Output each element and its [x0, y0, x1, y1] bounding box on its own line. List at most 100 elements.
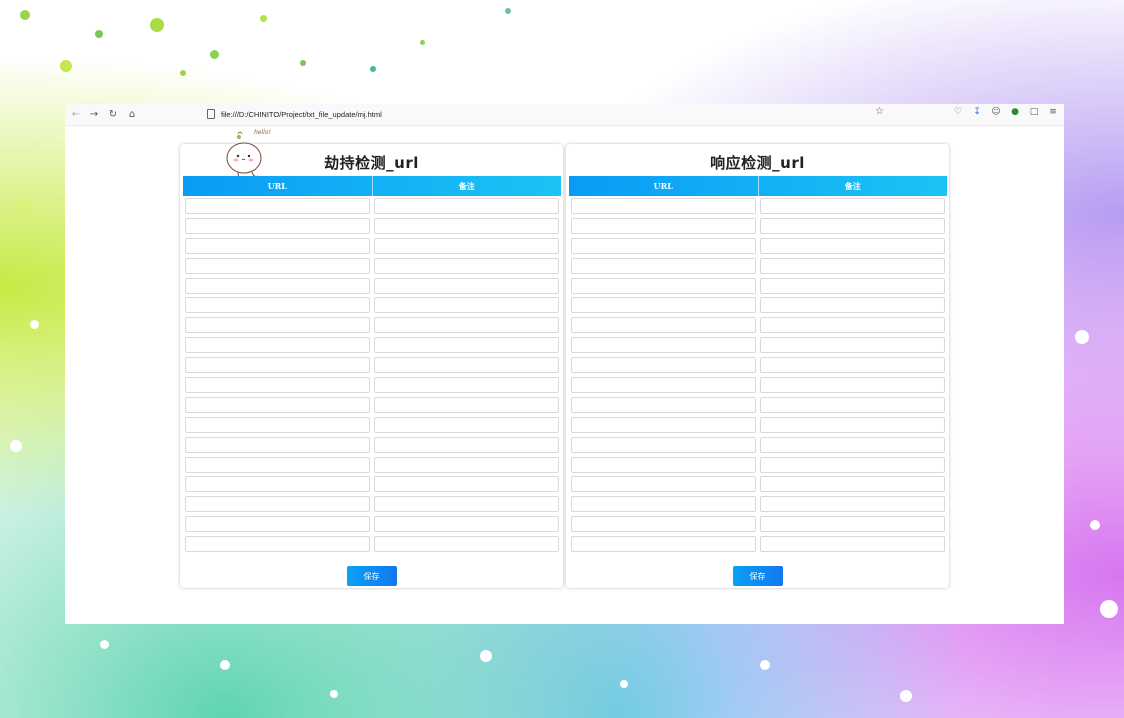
url-input[interactable]	[185, 396, 370, 413]
url-input[interactable]	[571, 456, 756, 473]
forward-icon[interactable]: →	[87, 107, 101, 121]
note-input[interactable]	[760, 337, 945, 354]
note-input[interactable]	[374, 297, 559, 314]
url-input[interactable]	[185, 337, 370, 354]
mascot-greeting: hello!	[254, 129, 271, 136]
download-icon[interactable]: ↧	[972, 107, 982, 117]
url-input[interactable]	[185, 376, 370, 393]
url-input[interactable]	[185, 217, 370, 234]
note-input[interactable]	[374, 436, 559, 453]
url-input[interactable]	[571, 436, 756, 453]
url-input[interactable]	[185, 297, 370, 314]
browser-window: ← → ↻ ⌂ file:///D:/CHINITO/Project/txt_f…	[65, 104, 1064, 624]
note-input[interactable]	[374, 416, 559, 433]
url-input[interactable]	[571, 416, 756, 433]
note-input[interactable]	[374, 277, 559, 294]
url-input[interactable]	[571, 536, 756, 553]
url-input[interactable]	[185, 317, 370, 334]
note-input[interactable]	[374, 337, 559, 354]
url-input[interactable]	[185, 476, 370, 493]
note-input[interactable]	[760, 436, 945, 453]
table-row	[183, 494, 561, 514]
note-input[interactable]	[374, 357, 559, 374]
bookmark-star-icon[interactable]: ☆	[875, 106, 884, 117]
note-input[interactable]	[374, 456, 559, 473]
note-input[interactable]	[760, 496, 945, 513]
url-input[interactable]	[571, 496, 756, 513]
table-row	[183, 534, 561, 554]
hijack-detection-panel: hello! 劫持检测_url URL 备注 保存	[180, 129, 563, 588]
url-input[interactable]	[571, 337, 756, 354]
note-input[interactable]	[760, 416, 945, 433]
note-input[interactable]	[374, 197, 559, 214]
note-input[interactable]	[374, 257, 559, 274]
url-input[interactable]	[185, 496, 370, 513]
note-input[interactable]	[760, 277, 945, 294]
note-input[interactable]	[760, 217, 945, 234]
note-input[interactable]	[374, 237, 559, 254]
url-input[interactable]	[571, 317, 756, 334]
url-input[interactable]	[571, 277, 756, 294]
url-input[interactable]	[185, 416, 370, 433]
url-input[interactable]	[571, 217, 756, 234]
url-input[interactable]	[185, 277, 370, 294]
url-input[interactable]	[571, 376, 756, 393]
url-input[interactable]	[571, 297, 756, 314]
back-icon[interactable]: ←	[69, 107, 83, 121]
note-input[interactable]	[374, 496, 559, 513]
save-button[interactable]: 保存	[346, 566, 397, 586]
note-input[interactable]	[760, 456, 945, 473]
table-row	[183, 256, 561, 276]
note-input[interactable]	[374, 217, 559, 234]
note-input[interactable]	[760, 516, 945, 533]
url-input[interactable]	[185, 257, 370, 274]
url-input[interactable]	[185, 516, 370, 533]
note-input[interactable]	[760, 536, 945, 553]
url-input[interactable]	[185, 456, 370, 473]
note-input[interactable]	[760, 357, 945, 374]
column-header-url: URL	[653, 181, 673, 191]
note-input[interactable]	[374, 536, 559, 553]
note-input[interactable]	[374, 376, 559, 393]
url-input[interactable]	[571, 396, 756, 413]
url-input[interactable]	[185, 237, 370, 254]
extension-badge-icon[interactable]: ●	[1010, 107, 1020, 117]
menu-icon[interactable]: ≡	[1048, 107, 1058, 117]
note-input[interactable]	[374, 516, 559, 533]
address-bar[interactable]: file:///D:/CHINITO/Project/txt_file_upda…	[203, 106, 889, 122]
url-input[interactable]	[185, 197, 370, 214]
note-input[interactable]	[760, 257, 945, 274]
note-input[interactable]	[760, 297, 945, 314]
note-input[interactable]	[760, 396, 945, 413]
home-icon[interactable]: ⌂	[125, 107, 139, 121]
table-row	[183, 514, 561, 534]
url-input[interactable]	[185, 536, 370, 553]
note-input[interactable]	[760, 237, 945, 254]
table-row	[569, 375, 947, 395]
panel-title: 劫持检测_url	[324, 154, 419, 172]
note-input[interactable]	[760, 476, 945, 493]
url-input[interactable]	[185, 357, 370, 374]
table-row	[569, 474, 947, 494]
note-input[interactable]	[760, 317, 945, 334]
table-row	[183, 295, 561, 315]
extensions-icon[interactable]: □	[1029, 107, 1039, 117]
note-input[interactable]	[374, 476, 559, 493]
url-input[interactable]	[571, 257, 756, 274]
account-icon[interactable]: ☺	[991, 107, 1001, 117]
save-button[interactable]: 保存	[732, 566, 783, 586]
table-row	[569, 415, 947, 435]
url-input[interactable]	[571, 357, 756, 374]
note-input[interactable]	[374, 396, 559, 413]
note-input[interactable]	[760, 197, 945, 214]
reload-icon[interactable]: ↻	[106, 107, 120, 121]
url-input[interactable]	[571, 476, 756, 493]
url-input[interactable]	[571, 237, 756, 254]
note-input[interactable]	[374, 317, 559, 334]
table-row	[569, 355, 947, 375]
pocket-icon[interactable]: ♡	[953, 107, 963, 117]
url-input[interactable]	[185, 436, 370, 453]
url-input[interactable]	[571, 516, 756, 533]
url-input[interactable]	[571, 197, 756, 214]
note-input[interactable]	[760, 376, 945, 393]
